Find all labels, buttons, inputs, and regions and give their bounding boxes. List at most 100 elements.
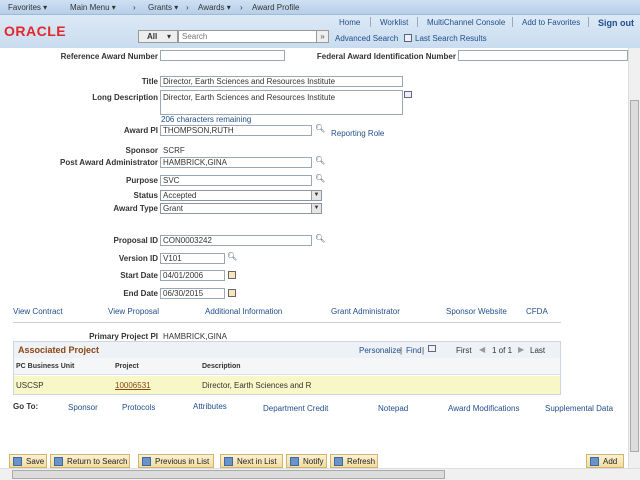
column-header: PC Business Unit [16, 363, 75, 370]
save-label: Save [26, 457, 45, 466]
main-menu[interactable]: Main Menu ▾ [70, 3, 116, 12]
vertical-scrollbar[interactable] [628, 48, 640, 468]
view-contract-link[interactable]: View Contract [13, 307, 63, 316]
favorites-menu[interactable]: Favorites ▾ [8, 3, 47, 12]
divider [13, 322, 561, 323]
refresh-icon [334, 457, 343, 466]
award-type-value: Grant [163, 204, 184, 213]
find-link[interactable]: Find [406, 346, 422, 355]
horizontal-scrollbar[interactable] [0, 468, 640, 480]
breadcrumb-awards[interactable]: Awards ▾ [198, 3, 231, 12]
grid-column-headers: PC Business Unit Project Description [14, 358, 560, 375]
search-go-button[interactable]: » [316, 30, 329, 43]
multichannel-console-link[interactable]: MultiChannel Console [427, 18, 505, 27]
personalize-link[interactable]: Personalize [359, 346, 401, 355]
calendar-icon[interactable] [228, 289, 236, 297]
long-description-textarea[interactable]: Director, Earth Sciences and Resources I… [160, 90, 403, 115]
goto-department-credit-link[interactable]: Department Credit [263, 404, 328, 413]
refresh-label: Refresh [347, 457, 376, 466]
notify-button[interactable]: Notify [286, 454, 327, 468]
add-to-favorites-link[interactable]: Add to Favorites [522, 18, 580, 27]
end-date-input[interactable]: 06/30/2015 [160, 288, 225, 299]
favorites-label: Favorites [8, 3, 41, 12]
scrollbar-thumb[interactable] [630, 100, 639, 452]
search-icon[interactable]: 🔍︎ [315, 124, 325, 133]
project-link[interactable]: 10006531 [115, 381, 151, 390]
view-all-icon[interactable] [428, 345, 436, 352]
divider [417, 17, 418, 27]
search-icon[interactable]: 🔍︎ [315, 174, 325, 183]
goto-supplemental-data-link[interactable]: Supplemental Data [545, 404, 613, 413]
start-date-input[interactable]: 04/01/2006 [160, 270, 225, 281]
page-count: 1 of 1 [492, 346, 513, 355]
last-search-results-link[interactable]: Last Search Results [415, 34, 487, 43]
return-label: Return to Search [67, 457, 128, 466]
search-results-icon [404, 34, 412, 42]
primary-pi-value: HAMBRICK,GINA [163, 332, 228, 341]
last-link[interactable]: Last [530, 346, 545, 355]
sponsor-website-link[interactable]: Sponsor Website [446, 307, 507, 316]
expand-icon[interactable] [404, 91, 412, 98]
proposal-id-input[interactable]: CON0003242 [160, 235, 312, 246]
next-label: Next in List [237, 457, 277, 466]
goto-protocols-link[interactable]: Protocols [122, 403, 155, 412]
grant-administrator-link[interactable]: Grant Administrator [331, 307, 400, 316]
notify-icon [290, 457, 299, 466]
home-link[interactable]: Home [339, 18, 360, 27]
cfda-link[interactable]: CFDA [526, 307, 548, 316]
next-in-list-button[interactable]: Next in List [220, 454, 283, 468]
goto-award-modifications-link[interactable]: Award Modifications [448, 404, 519, 413]
search-scope-select[interactable]: All ▾ [138, 30, 178, 43]
divider [588, 17, 589, 27]
goto-notepad-link[interactable]: Notepad [378, 404, 408, 413]
chevron-down-icon: ▼ [311, 191, 321, 200]
search-icon[interactable]: 🔍︎ [227, 252, 237, 261]
search-input[interactable] [178, 30, 322, 43]
start-date-label: Start Date [120, 271, 158, 280]
divider: | [400, 346, 403, 355]
breadcrumb-award-profile[interactable]: Award Profile [252, 3, 299, 12]
scrollbar-thumb[interactable] [12, 470, 445, 479]
goto-label: Go To: [13, 402, 39, 411]
award-type-select[interactable]: Grant ▼ [160, 203, 322, 214]
goto-attributes-link[interactable]: Attributes [193, 402, 227, 411]
calendar-icon[interactable] [228, 271, 236, 279]
status-select[interactable]: Accepted ▼ [160, 190, 322, 201]
reference-award-number-input[interactable] [160, 50, 285, 61]
goto-sponsor-link[interactable]: Sponsor [68, 403, 98, 412]
divider [370, 17, 371, 27]
sign-out-link[interactable]: Sign out [598, 18, 634, 28]
add-button[interactable]: Add [586, 454, 624, 468]
next-icon[interactable]: ▶ [518, 345, 524, 354]
oracle-logo: ORACLE [4, 23, 67, 39]
previous-icon[interactable]: ◀ [479, 345, 485, 354]
reporting-role-link[interactable]: Reporting Role [331, 129, 384, 138]
return-to-search-button[interactable]: Return to Search [50, 454, 130, 468]
award-pi-input[interactable]: THOMPSON,RUTH [160, 125, 312, 136]
view-proposal-link[interactable]: View Proposal [108, 307, 159, 316]
divider: | [422, 346, 425, 355]
post-award-admin-input[interactable]: HAMBRICK,GINA [160, 157, 312, 168]
additional-information-link[interactable]: Additional Information [205, 307, 282, 316]
column-header: Project [115, 363, 139, 370]
advanced-search-link[interactable]: Advanced Search [335, 34, 398, 43]
characters-remaining: 206 characters remaining [161, 115, 252, 124]
worklist-link[interactable]: Worklist [380, 18, 408, 27]
breadcrumb-sep: › [186, 3, 189, 12]
search-icon[interactable]: 🔍︎ [315, 156, 325, 165]
save-button[interactable]: Save [9, 454, 47, 468]
federal-award-id-input[interactable] [458, 50, 628, 61]
purpose-input[interactable]: SVC [160, 175, 312, 186]
breadcrumb-grants[interactable]: Grants ▾ [148, 3, 178, 12]
version-id-input[interactable]: V101 [160, 253, 225, 264]
first-link[interactable]: First [456, 346, 472, 355]
nav-bar: Favorites ▾ Main Menu ▾ › Grants ▾ › Awa… [0, 0, 640, 15]
title-input[interactable]: Director, Earth Sciences and Resources I… [160, 76, 403, 87]
previous-in-list-button[interactable]: Previous in List [138, 454, 214, 468]
purpose-label: Purpose [125, 176, 158, 185]
chevron-down-icon: ▼ [311, 204, 321, 213]
federal-award-id-label: Federal Award Identification Number [316, 52, 456, 61]
search-icon[interactable]: 🔍︎ [315, 234, 325, 243]
refresh-button[interactable]: Refresh [330, 454, 378, 468]
chevron-down-icon: ▾ [167, 32, 172, 41]
